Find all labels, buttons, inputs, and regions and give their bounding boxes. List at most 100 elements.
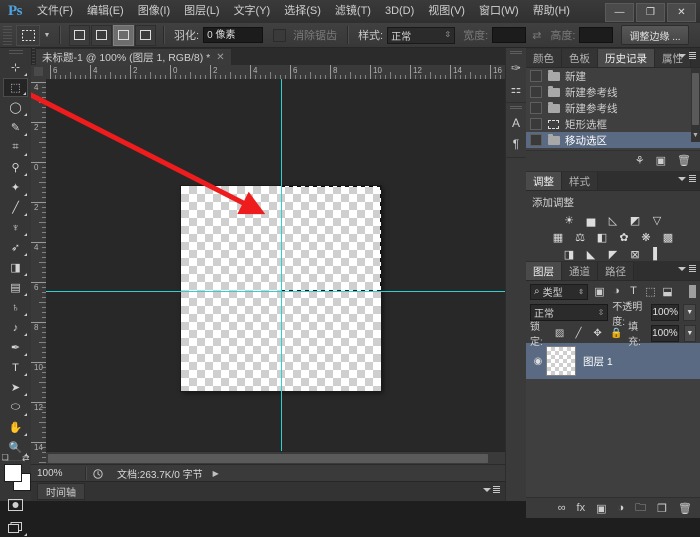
scroll-down-icon[interactable]: ▼ <box>691 130 700 142</box>
posterize-icon[interactable]: ◣ <box>584 247 599 261</box>
quick-mask-icon[interactable] <box>3 495 28 514</box>
gradient-tool[interactable]: ▤ <box>3 278 28 297</box>
tab-路径[interactable]: 路径 <box>598 262 634 280</box>
create-document-from-state-icon[interactable]: ⚘ <box>635 154 645 167</box>
toolbox-grip[interactable] <box>0 48 31 58</box>
photo-filter-icon[interactable]: ✿ <box>617 230 632 244</box>
brightness-contrast-icon[interactable]: ☀ <box>562 213 577 227</box>
black-white-icon[interactable]: ◧ <box>595 230 610 244</box>
tab-历史记录[interactable]: 历史记录 <box>598 49 655 67</box>
scroll-up-icon[interactable]: ▲ <box>691 68 700 72</box>
subtract-from-selection-button[interactable] <box>113 25 134 46</box>
menu-1[interactable]: 编辑(E) <box>80 0 131 23</box>
history-item-checkbox[interactable] <box>530 102 542 114</box>
menu-9[interactable]: 窗口(W) <box>472 0 526 23</box>
add-to-selection-button[interactable] <box>91 25 112 46</box>
blur-tool[interactable]: ♄ <box>3 298 28 317</box>
filter-smart-objects-icon[interactable]: ⬓ <box>661 285 674 298</box>
history-item[interactable]: 新建参考线 <box>526 100 700 116</box>
gradient-map-icon[interactable]: ▌ <box>650 247 665 261</box>
close-button[interactable]: ✕ <box>667 3 696 22</box>
path-selection-tool[interactable]: ➤ <box>3 378 28 397</box>
filter-type-layers-icon[interactable]: T <box>627 285 640 298</box>
tab-样式[interactable]: 样式 <box>562 172 598 190</box>
height-input[interactable] <box>579 27 613 43</box>
canvas-horizontal-scrollbar[interactable] <box>46 451 505 465</box>
menu-4[interactable]: 文字(Y) <box>227 0 278 23</box>
vibrance-icon[interactable]: ▽ <box>650 213 665 227</box>
rectangular-marquee-icon[interactable] <box>16 25 40 46</box>
history-item-checkbox[interactable] <box>530 70 542 82</box>
menu-5[interactable]: 选择(S) <box>277 0 328 23</box>
create-new-snapshot-icon[interactable]: ▣ <box>656 154 666 167</box>
vertical-guide[interactable] <box>281 79 282 478</box>
timeline-panel-menu[interactable] <box>483 486 500 493</box>
tab-色板[interactable]: 色板 <box>562 49 598 67</box>
brush-panel-icon[interactable]: ✑ <box>506 57 526 78</box>
lock-position-icon[interactable]: ✥ <box>591 328 604 339</box>
spot-healing-brush-tool[interactable]: ✦ <box>3 178 28 197</box>
menu-0[interactable]: 文件(F) <box>30 0 80 23</box>
history-panel-menu[interactable] <box>678 52 696 59</box>
layer-style-fx-icon[interactable]: fx <box>577 502 586 514</box>
new-layer-icon[interactable]: ❐ <box>657 502 667 515</box>
screen-mode-icon[interactable] <box>3 518 28 537</box>
threshold-icon[interactable]: ◤ <box>606 247 621 261</box>
horizontal-type-tool[interactable]: T <box>3 358 28 377</box>
color-balance-icon[interactable]: ⚖ <box>573 230 588 244</box>
menu-10[interactable]: 帮助(H) <box>526 0 577 23</box>
paragraph-panel-icon[interactable]: ¶ <box>506 133 526 154</box>
hand-tool[interactable]: ✋ <box>3 418 28 437</box>
history-item[interactable]: 新建 <box>526 68 700 84</box>
tab-timeline[interactable]: 时间轴 <box>37 483 85 500</box>
foreground-color-swatch[interactable] <box>4 464 22 482</box>
quick-selection-tool[interactable]: ✎ <box>3 118 28 137</box>
fill-value[interactable]: 100% <box>651 325 679 342</box>
feather-input[interactable]: 0 像素 <box>203 27 263 43</box>
history-scrollbar[interactable]: ▲ ▼ <box>691 68 700 142</box>
layers-panel-menu[interactable] <box>678 265 696 272</box>
rectangular-marquee-tool[interactable]: ⬚ <box>3 78 28 97</box>
tab-图层[interactable]: 图层 <box>526 262 562 280</box>
adjustments-panel-menu[interactable] <box>678 175 696 182</box>
zoom-level[interactable]: 100% <box>31 468 85 479</box>
tab-调整[interactable]: 调整 <box>526 172 562 190</box>
delete-state-icon[interactable]: 🗑 <box>677 154 691 167</box>
menu-6[interactable]: 滤镜(T) <box>328 0 378 23</box>
opacity-stepper[interactable]: ▼ <box>683 304 696 321</box>
tab-通道[interactable]: 通道 <box>562 262 598 280</box>
crop-tool[interactable]: ⌗ <box>3 138 28 157</box>
pen-tool[interactable]: ✒ <box>3 338 28 357</box>
brush-tool[interactable]: ╱ <box>3 198 28 217</box>
fill-stepper[interactable]: ▼ <box>684 325 696 342</box>
vertical-ruler[interactable]: 4202468101214 <box>31 79 47 478</box>
lasso-tool[interactable]: ◯ <box>3 98 28 117</box>
swap-icon[interactable]: ⇄ <box>532 29 541 42</box>
layer-list[interactable]: ◉图层 1 <box>526 343 700 497</box>
dock-grip[interactable] <box>510 51 522 55</box>
dodge-tool[interactable]: ♪ <box>3 318 28 337</box>
color-lookup-icon[interactable]: ▩ <box>661 230 676 244</box>
link-layers-icon[interactable]: ∞ <box>558 502 566 514</box>
filter-shape-layers-icon[interactable]: ⬚ <box>644 285 657 298</box>
levels-icon[interactable]: ▅ <box>584 213 599 227</box>
lock-image-pixels-icon[interactable]: ╱ <box>572 328 585 339</box>
move-tool[interactable]: ⊹ <box>3 58 28 77</box>
new-selection-button[interactable] <box>69 25 90 46</box>
horizontal-ruler[interactable]: 6420246810121416 <box>46 65 505 80</box>
canvas-viewport[interactable] <box>46 79 505 478</box>
layer-row[interactable]: ◉图层 1 <box>526 343 700 379</box>
exposure-icon[interactable]: ◩ <box>628 213 643 227</box>
options-bar-grip[interactable] <box>3 26 12 45</box>
width-input[interactable] <box>492 27 526 43</box>
channel-mixer-icon[interactable]: ❋ <box>639 230 654 244</box>
visibility-eye-icon[interactable]: ◉ <box>530 356 546 367</box>
menu-7[interactable]: 3D(D) <box>378 0 421 23</box>
history-item[interactable]: 新建参考线 <box>526 84 700 100</box>
clone-stamp-tool[interactable]: ♆ <box>3 218 28 237</box>
swap-colors-icon[interactable]: ⇄ <box>22 453 30 464</box>
opacity-value[interactable]: 100% <box>651 304 679 321</box>
maximize-button[interactable]: ❐ <box>636 3 665 22</box>
close-icon[interactable]: ✕ <box>216 52 224 63</box>
tool-preset-chevron-down-icon[interactable]: ▼ <box>41 26 53 45</box>
